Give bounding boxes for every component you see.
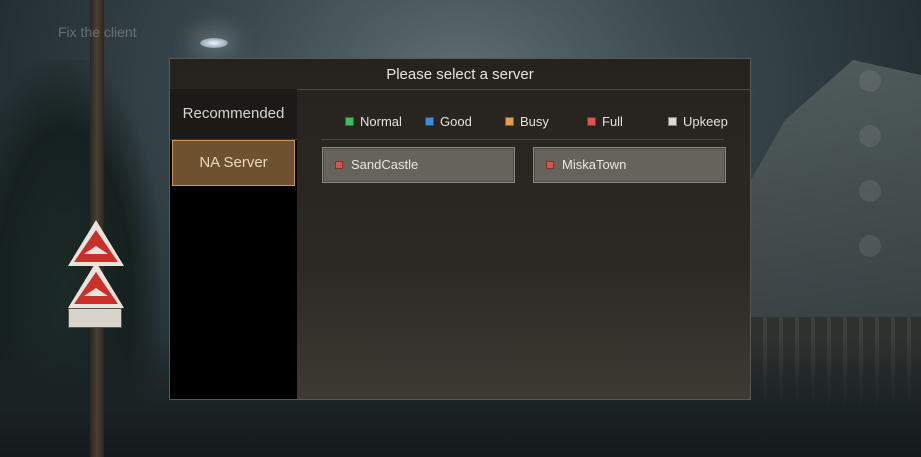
status-dot-icon bbox=[425, 117, 434, 127]
legend-label: Good bbox=[440, 114, 472, 129]
server-select-dialog: Please select a server Recommended NA Se… bbox=[169, 58, 751, 400]
legend-good: Good bbox=[425, 112, 472, 132]
server-button-sandcastle[interactable]: SandCastle bbox=[322, 147, 515, 183]
status-legend: Normal Good Busy Full Upkeep bbox=[320, 112, 750, 132]
legend-busy: Busy bbox=[505, 112, 549, 132]
server-name: SandCastle bbox=[351, 157, 419, 172]
legend-label: Busy bbox=[520, 114, 549, 129]
legend-divider bbox=[321, 139, 724, 140]
status-dot-icon bbox=[587, 117, 596, 127]
legend-label: Upkeep bbox=[683, 114, 728, 129]
status-dot-icon bbox=[345, 117, 354, 127]
ghost-button-icon bbox=[859, 125, 881, 147]
status-dot-icon bbox=[668, 117, 677, 127]
status-dot-icon bbox=[335, 160, 343, 169]
fix-client-link[interactable]: Fix the client bbox=[58, 24, 137, 40]
status-dot-icon bbox=[505, 117, 514, 127]
ghost-button-icon bbox=[859, 235, 881, 257]
legend-normal: Normal bbox=[345, 112, 402, 132]
legend-upkeep: Upkeep bbox=[668, 112, 728, 132]
legend-label: Full bbox=[602, 114, 623, 129]
ghost-button-icon bbox=[859, 70, 881, 92]
street-lamp bbox=[200, 38, 228, 48]
server-region-sidebar: Recommended NA Server bbox=[170, 89, 297, 399]
dialog-title: Please select a server bbox=[170, 59, 750, 90]
road-plate bbox=[68, 308, 122, 328]
server-name: MiskaTown bbox=[562, 157, 627, 172]
legend-full: Full bbox=[587, 112, 623, 132]
ghost-button-icon bbox=[859, 180, 881, 202]
sidebar-item-na-server[interactable]: NA Server bbox=[172, 140, 295, 186]
legend-label: Normal bbox=[360, 114, 402, 129]
status-dot-icon bbox=[546, 160, 554, 169]
sidebar-header-recommended[interactable]: Recommended bbox=[170, 89, 297, 140]
server-button-miskatown[interactable]: MiskaTown bbox=[533, 147, 726, 183]
